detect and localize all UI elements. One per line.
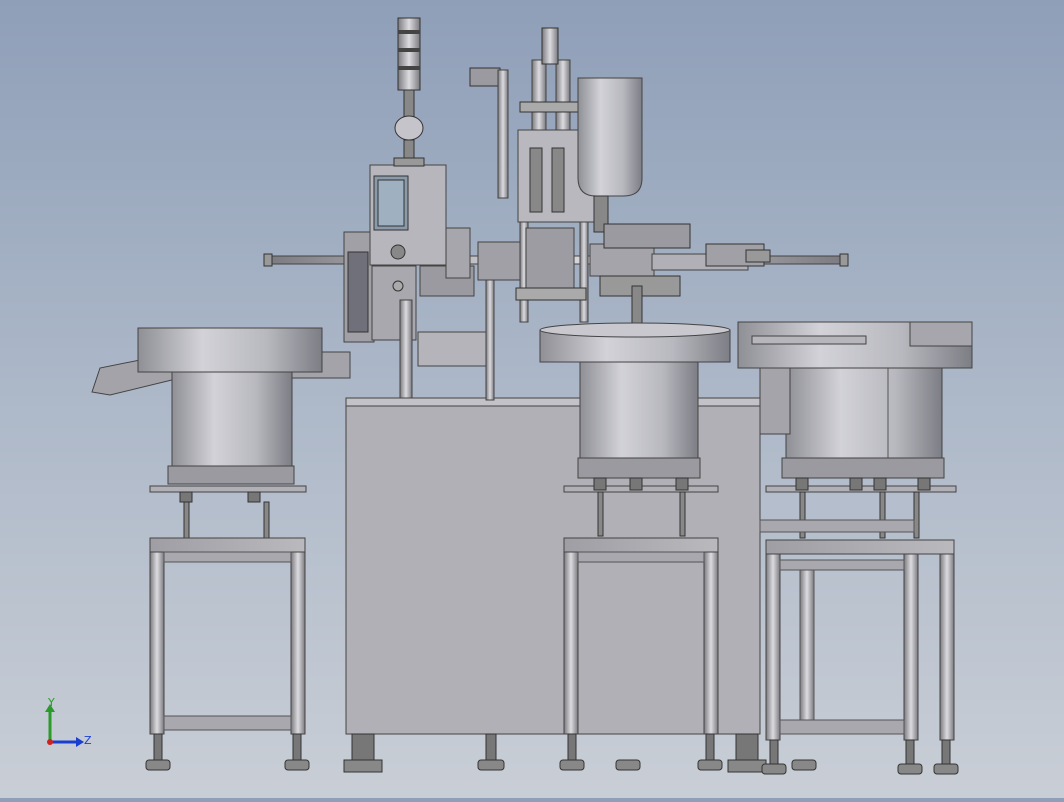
machine-model[interactable] [0,0,1064,798]
right-bowl-feeder[interactable] [737,321,973,539]
y-axis-label: Y [48,696,55,709]
left-frame-stand[interactable] [145,537,310,771]
left-bowl-feeder[interactable] [91,327,351,539]
right-frame-stand[interactable] [759,519,959,775]
z-axis-label: Z [84,734,92,747]
cad-viewport[interactable]: Y Z [0,0,1064,798]
coordinate-triad: Y Z [38,696,98,760]
main-cabinet[interactable] [343,397,767,773]
axis-arrows-icon [45,704,84,747]
